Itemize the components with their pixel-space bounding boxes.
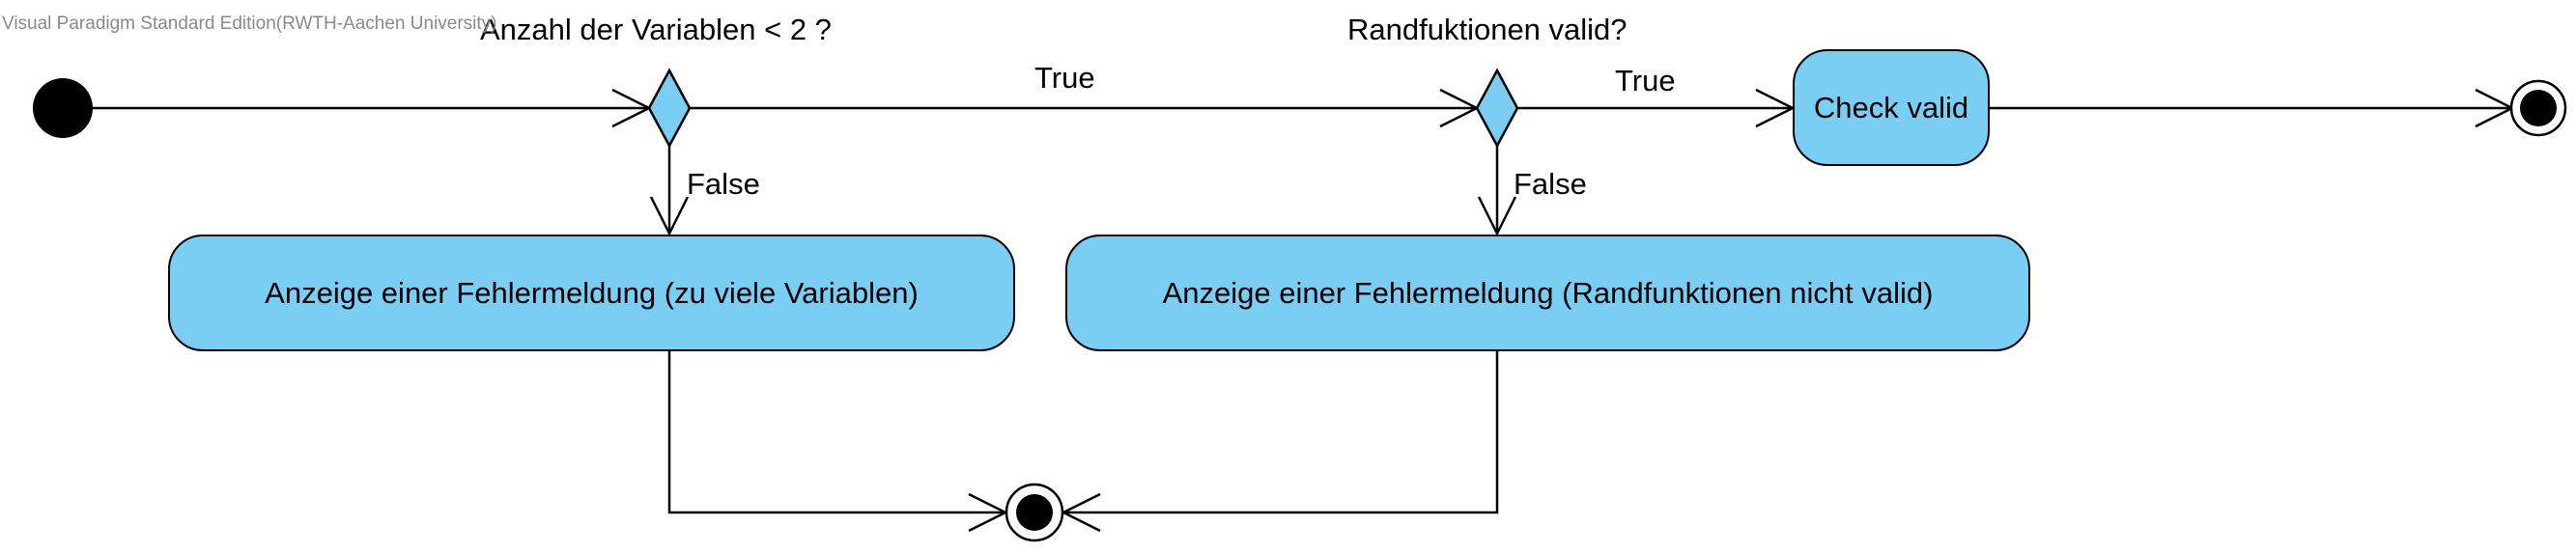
decision-guard-variable-count: Anzahl der Variablen < 2 ? [480,13,832,46]
action-error-too-many-variables: Anzeige einer Fehlermeldung (zu viele Va… [168,235,1015,351]
activity-final-node-success-core [2520,90,2557,126]
action-check-valid: Check valid [1793,49,1990,166]
decision-node-variable-count [647,68,692,149]
action-error-boundary-not-valid-label: Anzeige einer Fehlermeldung (Randfunktio… [1162,275,1934,310]
initial-node [33,78,93,138]
flow-label-true-1: True [1034,61,1095,95]
watermark-text: Visual Paradigm Standard Edition(RWTH-Aa… [2,14,497,34]
action-error-too-many-variables-label: Anzeige einer Fehlermeldung (zu viele Va… [265,275,919,310]
action-check-valid-label: Check valid [1813,90,1969,124]
decision-guard-boundary-valid: Randfuktionen valid? [1347,13,1628,46]
activity-final-node-error-core [1016,494,1053,531]
decision-node-boundary-valid [1475,68,1519,149]
flow-label-false-1: False [687,167,760,201]
flow-label-true-2: True [1615,64,1676,97]
flow-error-1-to-final [667,351,1005,514]
action-error-boundary-not-valid: Anzeige einer Fehlermeldung (Randfunktio… [1065,235,2030,351]
flow-label-false-2: False [1514,167,1587,201]
flow-error-2-to-final [1063,351,1499,514]
